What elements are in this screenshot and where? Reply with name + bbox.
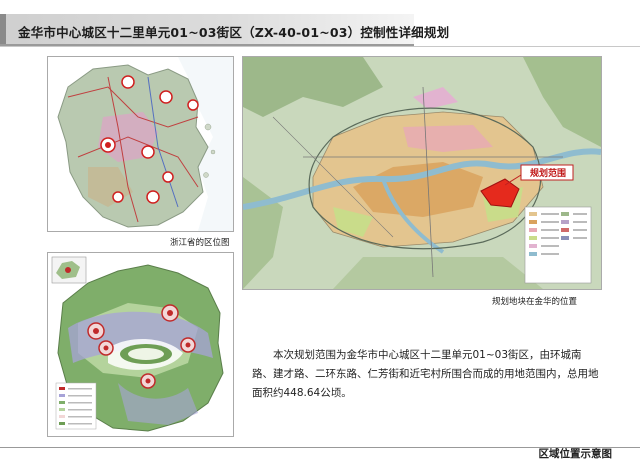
- province-map-graphic: [48, 57, 233, 231]
- title-accent: [0, 14, 6, 44]
- regional-structure-map: [47, 252, 234, 437]
- figure-title: 区域位置示意图: [538, 448, 613, 460]
- page-title: 金华市中心城区十二里单元01~03街区（ZX-40-01~03）控制性详细规划: [18, 25, 450, 40]
- planning-description: 本次规划范围为金华市中心城区十二里单元01~03街区，由环城南路、建才路、二环东…: [252, 349, 599, 399]
- header-divider: [0, 46, 640, 47]
- city-map-caption: 规划地块在金华的位置: [492, 297, 578, 307]
- planning-area-callout: 规划范围: [529, 169, 566, 179]
- city-location-map: 规划范围: [242, 56, 602, 290]
- province-location-map: [47, 56, 234, 232]
- title-bar: 金华市中心城区十二里单元01~03街区（ZX-40-01~03）控制性详细规划: [0, 14, 449, 46]
- province-map-caption: 浙江省的区位图: [170, 238, 230, 248]
- region-map-graphic: [48, 253, 233, 436]
